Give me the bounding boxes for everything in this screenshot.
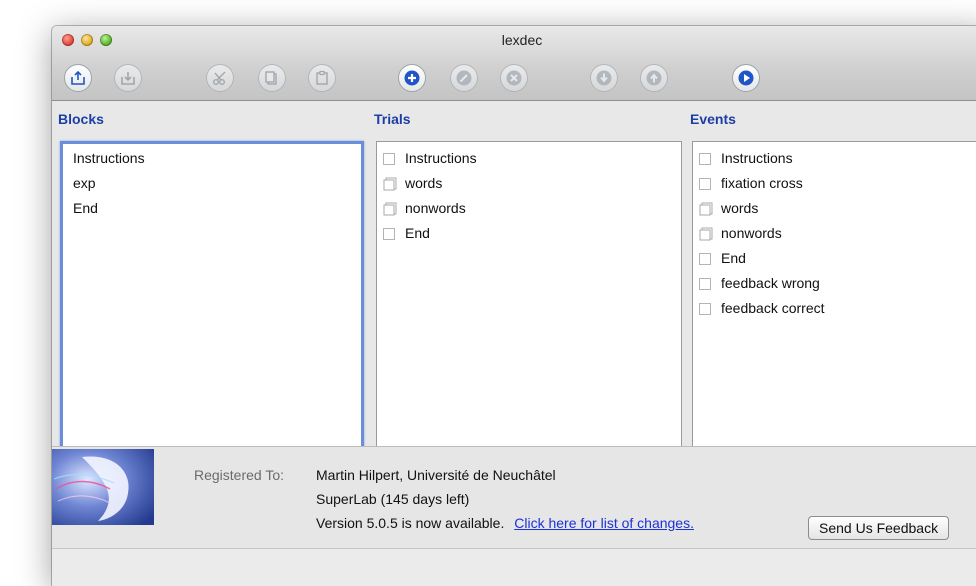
copy-icon	[265, 71, 277, 85]
window-title: lexdec	[501, 32, 543, 48]
list-item[interactable]: End	[377, 221, 681, 246]
list-item[interactable]: nonwords	[377, 196, 681, 221]
trials-heading: Trials	[374, 111, 411, 127]
checkbox-icon[interactable]	[699, 277, 711, 290]
delete-button[interactable]	[500, 64, 528, 92]
update-text: Version 5.0.5 is now available.	[316, 515, 505, 531]
paste-button[interactable]	[308, 64, 336, 92]
document-stack-icon	[383, 202, 397, 215]
open-button[interactable]	[64, 64, 92, 92]
save-button[interactable]	[114, 64, 142, 92]
app-window: lexdec Blocks Trials Events Instructions…	[52, 26, 976, 586]
checkbox-icon[interactable]	[699, 302, 711, 315]
checkbox-icon[interactable]	[699, 252, 711, 265]
list-item[interactable]: feedback correct	[693, 296, 976, 321]
list-item[interactable]: exp	[63, 171, 361, 196]
document-stack-icon	[383, 177, 397, 190]
main-content: Blocks Trials Events Instructions exp En…	[52, 101, 976, 473]
move-up-button[interactable]	[640, 64, 668, 92]
paste-icon	[316, 70, 328, 85]
move-down-icon	[596, 70, 612, 86]
add-button[interactable]	[398, 64, 426, 92]
move-down-button[interactable]	[590, 64, 618, 92]
list-item[interactable]: nonwords	[693, 221, 976, 246]
send-feedback-button[interactable]: Send Us Feedback	[808, 516, 950, 540]
list-item[interactable]: words	[693, 196, 976, 221]
edit-icon	[456, 70, 472, 86]
list-item[interactable]: End	[693, 246, 976, 271]
document-stack-icon	[699, 202, 713, 215]
registered-name: Martin Hilpert, Université de Neuchâtel	[316, 467, 556, 483]
move-up-icon	[646, 70, 662, 86]
update-notice: Version 5.0.5 is now available. Click he…	[316, 515, 694, 531]
checkbox-icon[interactable]	[699, 177, 711, 190]
registered-label: Registered To:	[194, 467, 285, 483]
list-item[interactable]: Instructions	[63, 146, 361, 171]
copy-button[interactable]	[258, 64, 286, 92]
superlab-logo-icon	[52, 449, 154, 525]
add-icon	[404, 70, 420, 86]
list-item[interactable]: End	[63, 196, 361, 221]
events-heading: Events	[690, 111, 736, 127]
events-list[interactable]: Instructions fixation cross words nonwor…	[692, 141, 976, 471]
run-button[interactable]	[732, 64, 760, 92]
list-item[interactable]: Instructions	[377, 146, 681, 171]
run-icon	[738, 70, 754, 86]
blocks-heading: Blocks	[58, 111, 104, 127]
license-status: SuperLab (145 days left)	[316, 491, 470, 507]
list-item[interactable]: words	[377, 171, 681, 196]
blocks-list[interactable]: Instructions exp End	[60, 141, 364, 471]
open-icon	[71, 70, 85, 85]
title-bar: lexdec	[52, 26, 976, 101]
delete-icon	[506, 70, 522, 86]
list-item[interactable]: feedback wrong	[693, 271, 976, 296]
cut-icon	[213, 71, 226, 85]
edit-button[interactable]	[450, 64, 478, 92]
document-stack-icon	[699, 227, 713, 240]
list-item[interactable]: Instructions	[693, 146, 976, 171]
status-strip	[52, 548, 976, 586]
trials-list[interactable]: Instructions words nonwords End	[376, 141, 682, 471]
checkbox-icon[interactable]	[383, 227, 395, 240]
cut-button[interactable]	[206, 64, 234, 92]
checkbox-icon[interactable]	[383, 152, 395, 165]
checkbox-icon[interactable]	[699, 152, 711, 165]
changes-link[interactable]: Click here for list of changes.	[514, 515, 694, 531]
list-item[interactable]: fixation cross	[693, 171, 976, 196]
save-icon	[121, 72, 135, 85]
